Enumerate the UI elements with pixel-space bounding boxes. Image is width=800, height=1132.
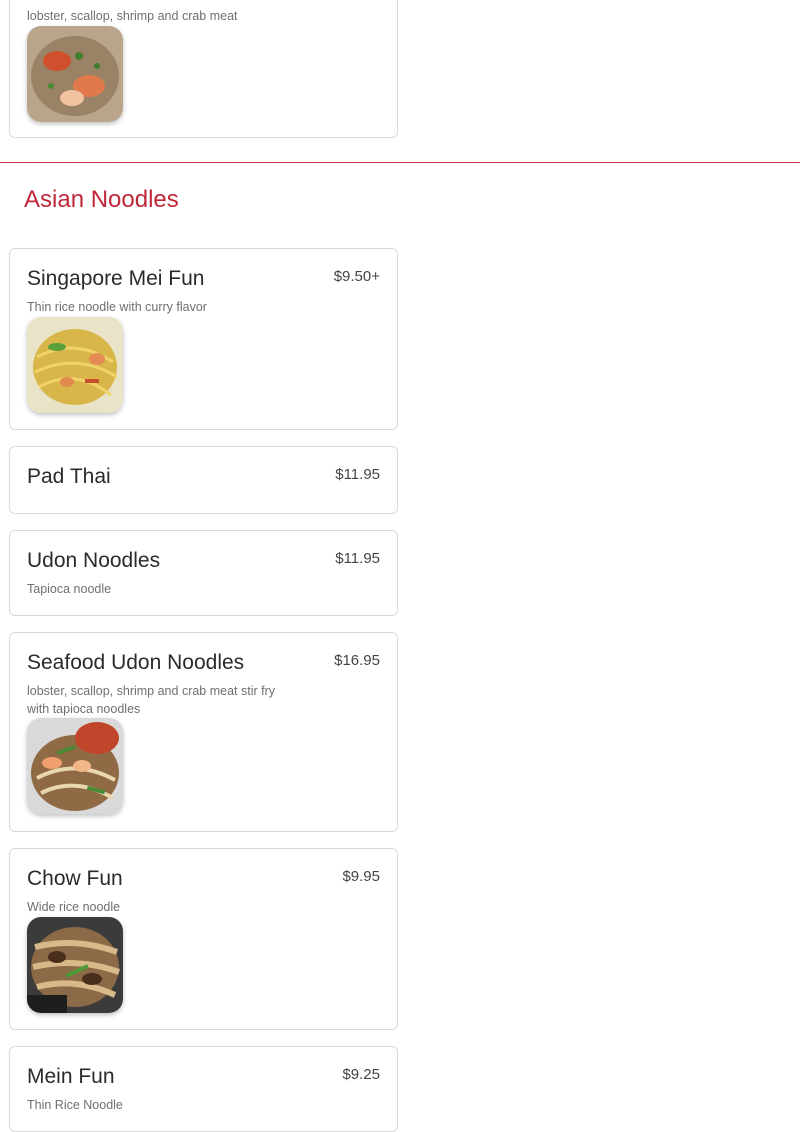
menu-item-card[interactable]: Udon Noodles $11.95 Tapioca noodle xyxy=(9,530,398,616)
item-name: Chow Fun xyxy=(27,867,123,890)
item-name: Seafood Udon Noodles xyxy=(27,651,245,674)
item-price: $16.95 xyxy=(334,652,380,669)
section-title: Asian Noodles xyxy=(24,186,179,213)
item-description: lobster, scallop, shrimp and crab meat s… xyxy=(27,684,276,716)
item-description: Wide rice noodle xyxy=(27,900,121,914)
item-price: $11.95 xyxy=(335,550,380,567)
item-name: Singapore Mei Fun xyxy=(27,267,205,290)
mei-fun-photo[interactable] xyxy=(27,317,123,413)
section-divider xyxy=(0,162,800,163)
item-price: $9.50+ xyxy=(333,268,380,285)
menu-item-card-top[interactable]: lobster, scallop, shrimp and crab meat xyxy=(9,0,398,138)
item-description: Tapioca noodle xyxy=(27,582,112,596)
item-price: $9.95 xyxy=(342,868,380,885)
menu-item-card[interactable]: Chow Fun $9.95 Wide rice noodle xyxy=(9,848,398,1030)
chow-fun-photo[interactable] xyxy=(27,917,123,1013)
menu-item-card[interactable]: Singapore Mei Fun $9.50+ Thin rice noodl… xyxy=(9,248,398,430)
item-name: Pad Thai xyxy=(27,465,111,488)
item-description: Thin Rice Noodle xyxy=(27,1098,123,1112)
menu-item-card[interactable]: Pad Thai $11.95 xyxy=(9,446,398,514)
item-name: Udon Noodles xyxy=(27,549,161,572)
item-description: Thin rice noodle with curry flavor xyxy=(27,300,207,314)
seafood-udon-photo[interactable] xyxy=(27,718,123,814)
menu-item-card[interactable]: Seafood Udon Noodles $16.95 lobster, sca… xyxy=(9,632,398,832)
item-price: $11.95 xyxy=(335,466,380,483)
seafood-dish-photo[interactable] xyxy=(27,26,123,122)
menu-item-card[interactable]: Mein Fun $9.25 Thin Rice Noodle xyxy=(9,1046,398,1132)
item-price: $9.25 xyxy=(342,1066,380,1083)
item-name: Mein Fun xyxy=(27,1065,115,1088)
item-description: lobster, scallop, shrimp and crab meat xyxy=(27,9,238,23)
